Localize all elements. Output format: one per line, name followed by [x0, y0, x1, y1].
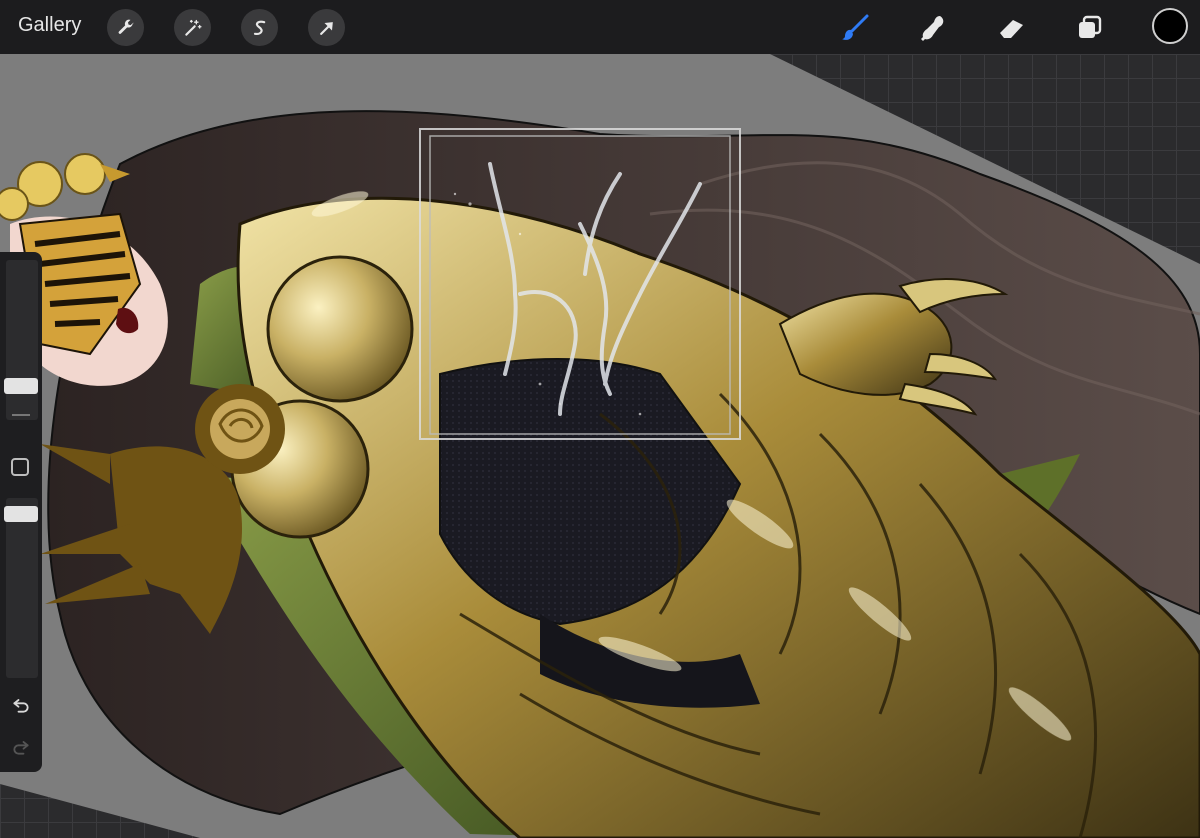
- smudge-icon: [921, 16, 944, 41]
- arrow-cursor-icon: [319, 21, 333, 35]
- left-sidebar: [0, 252, 42, 772]
- brush-size-slider[interactable]: [6, 260, 38, 420]
- top-toolbar: Gallery: [0, 0, 1200, 54]
- color-picker-swatch[interactable]: [1152, 8, 1188, 44]
- slider-tick: [12, 414, 30, 416]
- layers-button[interactable]: [1071, 9, 1109, 47]
- artwork-canvas[interactable]: [0, 54, 1200, 838]
- undo-icon: [13, 699, 29, 713]
- wrench-icon: [118, 19, 133, 34]
- brush-tool-button[interactable]: [836, 9, 874, 47]
- square-icon[interactable]: [11, 458, 29, 476]
- gallery-button[interactable]: Gallery: [18, 14, 81, 37]
- eraser-icon: [1000, 20, 1023, 38]
- canvas-workspace[interactable]: [0, 54, 1200, 838]
- opacity-thumb[interactable]: [4, 506, 38, 523]
- adjustments-button[interactable]: [174, 9, 211, 46]
- smudge-tool-button[interactable]: [914, 9, 952, 47]
- transform-button[interactable]: [308, 9, 345, 46]
- brush-size-thumb[interactable]: [4, 378, 38, 395]
- selection-button[interactable]: [241, 9, 278, 46]
- actions-button[interactable]: [107, 9, 144, 46]
- redo-icon: [13, 741, 29, 755]
- selection-s-icon: [253, 20, 265, 35]
- magic-wand-icon: [184, 19, 202, 36]
- eraser-tool-button[interactable]: [993, 9, 1031, 47]
- chest-orb-upper: [266, 255, 414, 403]
- brush-icon: [842, 14, 869, 40]
- undo-button[interactable]: [10, 694, 32, 716]
- layers-icon: [1079, 15, 1102, 38]
- redo-button[interactable]: [10, 736, 32, 758]
- opacity-slider[interactable]: [6, 498, 38, 678]
